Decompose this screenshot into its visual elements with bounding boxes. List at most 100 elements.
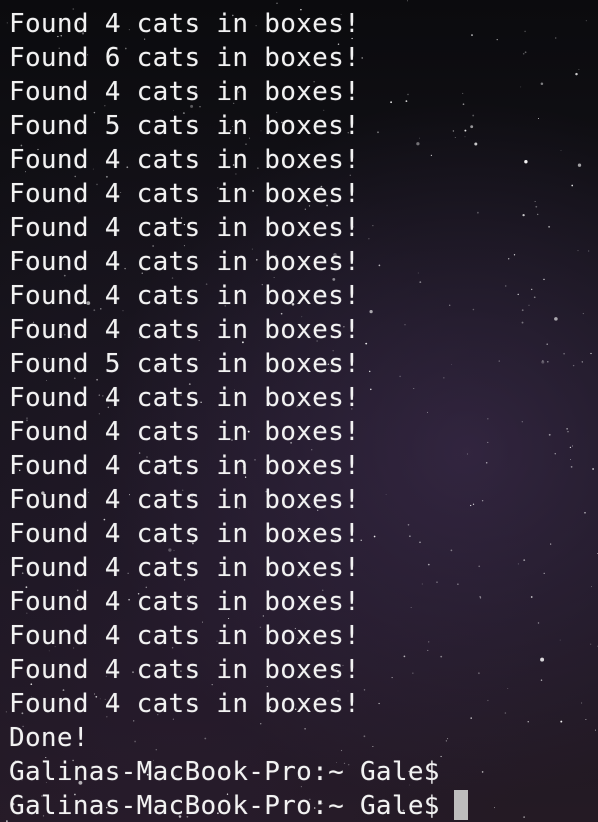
star (585, 20, 587, 22)
star (470, 125, 474, 129)
shell-prompt-active[interactable]: Galinas-MacBook-Pro:~ Gale$ (9, 789, 468, 822)
star (560, 150, 562, 151)
star (481, 771, 484, 773)
star (507, 688, 509, 689)
star (547, 361, 549, 363)
shell-prompt: Galinas-MacBook-Pro:~ Gale$ (9, 757, 440, 787)
output-line: Found 4 cats in boxes! (9, 553, 360, 583)
star (472, 114, 475, 117)
output-line: Found 4 cats in boxes! (9, 689, 360, 719)
terminal-output: Found 4 cats in boxes! Found 6 cats in b… (9, 7, 468, 822)
output-line: Found 4 cats in boxes! (9, 519, 360, 549)
star (572, 364, 575, 367)
star (522, 52, 525, 55)
output-line: Found 4 cats in boxes! (9, 247, 360, 277)
star (530, 596, 533, 598)
star (581, 702, 583, 704)
star (5, 711, 7, 713)
output-line: Found 4 cats in boxes! (9, 655, 360, 685)
star (522, 213, 525, 217)
star (540, 657, 545, 662)
star (477, 211, 479, 214)
star (540, 82, 544, 85)
star (533, 296, 536, 299)
output-line: Found 5 cats in boxes! (9, 111, 360, 141)
star (538, 118, 539, 119)
output-line: Found 4 cats in boxes! (9, 281, 360, 311)
output-line: Found 4 cats in boxes! (9, 179, 360, 209)
star (543, 572, 545, 575)
star (585, 719, 587, 721)
star (517, 563, 519, 565)
star (481, 500, 484, 502)
star (531, 288, 533, 291)
star (559, 639, 561, 641)
star (479, 597, 482, 599)
star (584, 511, 586, 514)
done-line: Done! (9, 723, 89, 753)
star (548, 225, 551, 228)
star (472, 503, 475, 505)
star (567, 430, 569, 433)
star (548, 433, 551, 436)
star (537, 213, 539, 216)
star (487, 417, 489, 420)
star (524, 30, 526, 33)
output-line: Found 4 cats in boxes! (9, 315, 360, 345)
star (541, 360, 545, 364)
star (550, 543, 552, 545)
output-line: Found 4 cats in boxes! (9, 383, 360, 413)
star (590, 586, 593, 588)
star (471, 34, 473, 37)
output-line: Found 4 cats in boxes! (9, 621, 360, 651)
star (542, 359, 544, 362)
star (554, 317, 558, 321)
star (276, 2, 278, 4)
star (578, 69, 580, 70)
output-line: Found 4 cats in boxes! (9, 417, 360, 447)
star (534, 201, 536, 202)
star (575, 72, 578, 76)
star (577, 163, 582, 167)
star (563, 352, 565, 355)
star (508, 258, 510, 260)
star (487, 441, 489, 443)
output-line: Found 4 cats in boxes! (9, 9, 360, 39)
star (546, 343, 548, 345)
star (537, 622, 540, 624)
star (521, 321, 524, 324)
star (560, 720, 563, 723)
star (554, 453, 556, 455)
star (479, 596, 481, 598)
star (527, 721, 529, 723)
output-line: Found 4 cats in boxes! (9, 77, 360, 107)
star (523, 816, 525, 818)
star (528, 304, 530, 306)
star (496, 38, 498, 41)
output-line: Found 4 cats in boxes! (9, 485, 360, 515)
star (590, 643, 592, 645)
star (535, 205, 538, 208)
shell-prompt-text: Galinas-MacBook-Pro:~ Gale$ (9, 791, 440, 821)
star (521, 421, 523, 423)
terminal-window[interactable]: Found 4 cats in boxes! Found 6 cats in b… (0, 0, 598, 822)
output-line: Found 4 cats in boxes! (9, 451, 360, 481)
output-line: Found 6 cats in boxes! (9, 43, 360, 73)
star (485, 462, 488, 464)
star (592, 468, 595, 470)
star (524, 51, 527, 54)
star (407, 0, 408, 2)
star (582, 313, 584, 315)
star (477, 672, 480, 675)
star (470, 717, 472, 719)
star (594, 729, 597, 731)
star (517, 293, 519, 296)
star (569, 446, 572, 449)
star (504, 712, 507, 714)
star (524, 160, 528, 164)
star (513, 254, 516, 256)
star (472, 308, 475, 311)
output-line: Found 4 cats in boxes! (9, 145, 360, 175)
star (543, 278, 545, 281)
star (470, 504, 472, 507)
